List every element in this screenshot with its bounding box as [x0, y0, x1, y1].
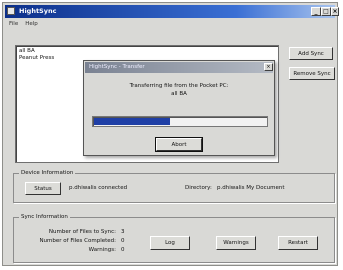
- files-to-sync-value: 3: [121, 229, 125, 235]
- log-button[interactable]: Log: [150, 236, 190, 250]
- status-text: p.dhiwalis connected: [69, 185, 128, 191]
- files-completed-label: Number of Files Completed:: [39, 238, 116, 244]
- minimize-button[interactable]: _: [311, 7, 321, 16]
- dialog-title: HightSync - Transfer: [89, 64, 145, 70]
- app-icon: [7, 7, 15, 15]
- device-info-group: Device Information Status p.dhiwalis con…: [13, 169, 335, 203]
- menu-help[interactable]: Help: [25, 19, 38, 29]
- transfer-filename: all BA: [171, 91, 187, 97]
- progress-fill: [94, 118, 170, 125]
- remove-sync-button[interactable]: Remove Sync: [289, 67, 335, 80]
- transfer-progress-bar: [92, 116, 268, 127]
- warnings-label: Warnings:: [88, 247, 116, 253]
- warnings-value: 0: [121, 247, 125, 253]
- title-bar: HightSync _ □ ×: [5, 5, 339, 18]
- menu-bar: File Help: [9, 19, 38, 29]
- sync-info-label: Sync Information: [19, 213, 70, 221]
- list-item[interactable]: all BA: [16, 46, 278, 55]
- warnings-button[interactable]: Warnings: [216, 236, 256, 250]
- restart-button[interactable]: Restart: [278, 236, 318, 250]
- window-title: HightSync: [19, 7, 57, 15]
- dialog-close-button[interactable]: ×: [264, 63, 273, 71]
- maximize-button[interactable]: □: [321, 7, 331, 16]
- abort-button[interactable]: Abort: [155, 137, 203, 152]
- files-completed-value: 0: [121, 238, 125, 244]
- app-window: HightSync _ □ × File Help all BA Peanut …: [2, 2, 339, 266]
- device-info-label: Device Information: [19, 169, 76, 177]
- transfer-dialog: HightSync - Transfer × Transferring file…: [83, 60, 275, 156]
- files-to-sync-label: Number of Files to Sync:: [48, 229, 116, 235]
- transfer-message: Transferring file from the Pocket PC:: [129, 83, 229, 89]
- directory-value: p.dhiwalis My Document: [217, 185, 285, 191]
- add-sync-button[interactable]: Add Sync: [289, 47, 333, 60]
- sync-info-group: Sync Information Number of Files to Sync…: [13, 213, 335, 263]
- menu-file[interactable]: File: [9, 19, 18, 29]
- dialog-title-bar: HightSync - Transfer ×: [85, 62, 273, 73]
- status-button[interactable]: Status: [25, 182, 61, 195]
- directory-label: Directory:: [185, 185, 212, 191]
- close-button[interactable]: ×: [331, 7, 339, 16]
